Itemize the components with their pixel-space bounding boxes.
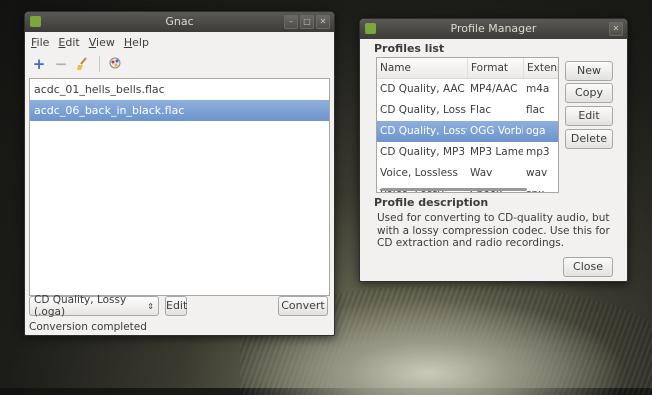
conversion-controls: CD Quality, Lossy (.oga) ⇕ Edit Convert [29,294,328,318]
window-controls: – □ ✕ [284,15,330,29]
status-bar: Conversion completed [29,321,147,333]
file-row-selected[interactable]: acdc_06_back_in_black.flac [30,100,329,121]
profile-name: CD Quality, Lossless [380,104,467,116]
menubar: File Edit View Help [25,32,334,51]
profile-ext: mp3 [526,146,550,158]
toolbar: + − [25,51,334,77]
profile-row[interactable]: CD Quality, MP3 MP3 Lame mp3 [377,142,558,163]
profiles-table: Name Format Extensi CD Quality, AAC MP4/… [376,57,559,193]
menu-edit[interactable]: Edit [58,36,79,49]
minus-icon[interactable]: − [53,56,69,72]
pm-titlebar[interactable]: Profile Manager ✕ [360,19,627,39]
file-list: acdc_01_hells_bells.flac acdc_06_back_in… [29,78,330,296]
toolbar-separator [99,56,100,72]
profile-name: Voice, Lossless [380,167,458,179]
gnac-window: Gnac – □ ✕ File Edit View Help + − acdc_… [24,11,335,336]
new-profile-button[interactable]: New [565,61,613,81]
col-format[interactable]: Format [467,58,523,78]
horizontal-scrollbar[interactable] [381,188,527,191]
profile-ext: wav [526,167,548,179]
profile-ext: flac [526,104,545,116]
profile-combo[interactable]: CD Quality, Lossy (.oga) ⇕ [29,294,159,318]
edit-profile-button[interactable]: Edit [165,296,187,316]
profile-manager-window: Profile Manager ✕ Profiles list Name For… [359,18,628,282]
pm-window-title: Profile Manager [450,22,537,35]
plus-icon[interactable]: + [31,56,47,72]
pm-window-controls: ✕ [609,22,623,36]
close-icon[interactable]: ✕ [316,15,330,29]
preferences-icon[interactable] [108,56,124,72]
profile-row[interactable]: CD Quality, AAC MP4/AAC m4a [377,79,558,100]
copy-profile-button[interactable]: Copy [565,83,613,103]
profile-ext: m4a [526,83,550,95]
close-button[interactable]: Close [563,257,613,277]
menu-file[interactable]: File [31,36,49,49]
convert-button[interactable]: Convert [278,296,328,316]
updown-arrow-icon: ⇕ [147,301,154,311]
pm-app-icon [365,23,376,34]
gnac-titlebar[interactable]: Gnac – □ ✕ [25,12,334,32]
profile-description-title: Profile description [374,196,489,209]
profile-ext: oga [526,125,546,137]
col-extension[interactable]: Extensi [523,58,558,78]
col-name[interactable]: Name [377,58,467,78]
profile-row[interactable]: Voice, Lossless Wav wav [377,163,558,184]
profile-format: Wav [470,167,493,179]
profile-name: CD Quality, AAC [380,83,465,95]
delete-profile-button[interactable]: Delete [565,129,613,149]
maximize-icon[interactable]: □ [300,15,314,29]
file-row[interactable]: acdc_01_hells_bells.flac [30,79,329,100]
profiles-table-header: Name Format Extensi [377,58,558,79]
minimize-icon[interactable]: – [284,15,298,29]
gnac-window-title: Gnac [165,15,194,28]
profile-description-text: Used for converting to CD-quality audio,… [377,212,610,249]
profile-format: MP4/AAC [470,83,518,95]
menu-view[interactable]: View [89,36,115,49]
profile-row-selected[interactable]: CD Quality, Lossy OGG Vorbis oga [377,121,558,142]
gnac-app-icon [30,16,41,27]
profile-format: OGG Vorbis [470,125,523,137]
menu-help[interactable]: Help [124,36,149,49]
profile-name: CD Quality, MP3 [380,146,466,158]
profile-format: MP3 Lame [470,146,523,158]
profile-format: Flac [470,104,492,116]
profile-combo-value: CD Quality, Lossy (.oga) [34,294,127,318]
profiles-list-title: Profiles list [374,42,445,55]
broom-icon[interactable] [75,56,91,72]
profile-row[interactable]: CD Quality, Lossless Flac flac [377,100,558,121]
edit-profile-button[interactable]: Edit [565,106,613,126]
profile-ext: spx [523,184,558,192]
close-icon[interactable]: ✕ [609,22,623,36]
profile-name: CD Quality, Lossy [380,125,467,137]
